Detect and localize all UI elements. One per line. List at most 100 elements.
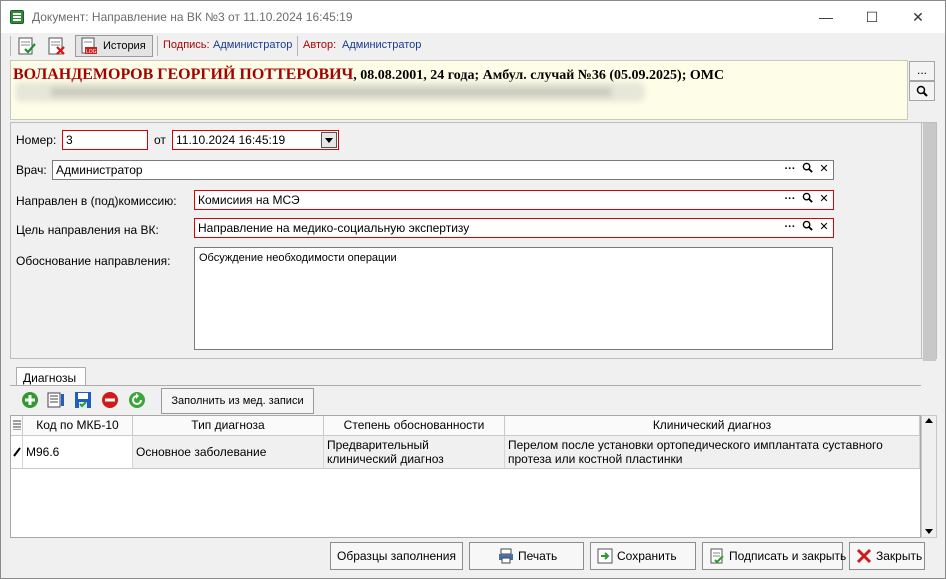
table-cell[interactable]: Предварительный клинический диагноз [324, 436, 505, 469]
history-button[interactable]: LOG История [75, 35, 153, 57]
search-icon[interactable] [799, 192, 815, 208]
chevron-down-icon[interactable] [321, 132, 337, 148]
commission-value: Комисиия на МСЭ [198, 193, 300, 207]
column-header[interactable]: Степень обоснованности [324, 416, 505, 436]
table-cell[interactable]: Перелом после установки ортопедического … [505, 436, 920, 469]
samples-button[interactable]: Образцы заполнения [330, 542, 463, 570]
tab-strip: Диагнозы [10, 359, 921, 387]
history-log-icon: LOG [81, 37, 97, 55]
column-header[interactable]: Тип диагноза [133, 416, 324, 436]
close-label: Закрыть [876, 549, 923, 563]
more-icon[interactable]: ··· [782, 192, 798, 208]
samples-label: Образцы заполнения [337, 549, 456, 563]
close-icon [856, 548, 872, 563]
close-icon[interactable]: ✕ [816, 220, 832, 236]
patient-search-button[interactable] [909, 81, 935, 101]
bottom-bar: Образцы заполнения Печать Сохранить Подп… [1, 538, 945, 578]
toolbar: LOG История Подпись: Администратор Автор… [1, 33, 945, 59]
patient-info: , 08.08.2001, 24 года; Амбул. случай №36… [353, 68, 725, 83]
date-field[interactable]: 11.10.2024 16:45:19 [172, 130, 339, 150]
fill-from-record-button[interactable]: Заполнить из мед. записи [161, 388, 314, 414]
form-scrollbar[interactable] [921, 122, 937, 361]
more-icon[interactable]: ··· [782, 220, 798, 236]
maximize-button[interactable]: ☐ [849, 1, 895, 33]
edit-list-icon[interactable] [47, 391, 65, 409]
row-edit-indicator [11, 436, 23, 469]
doc-cancel-icon [48, 37, 65, 55]
document-window: Документ: Направление на ВК №3 от 11.10.… [0, 0, 946, 579]
patient-more-button[interactable]: ... [909, 61, 935, 81]
diagnoses-table: Код по МКБ-10 Тип диагноза Степень обосн… [10, 415, 921, 538]
sign-value: Администратор [213, 39, 293, 51]
scrollbar-thumb[interactable] [923, 123, 936, 361]
sign-document-button[interactable] [15, 35, 41, 57]
search-icon [916, 85, 928, 97]
print-label: Печать [518, 549, 558, 563]
sign-doc-icon [710, 548, 724, 564]
table-cell[interactable]: Основное заболевание [133, 436, 324, 469]
unsign-document-button[interactable] [45, 35, 71, 57]
title-bar: Документ: Направление на ВК №3 от 11.10.… [1, 1, 945, 33]
close-window-button[interactable]: ✕ [895, 1, 941, 33]
column-header[interactable]: Код по МКБ-10 [23, 416, 133, 436]
purpose-field[interactable]: Направление на медико-социальную эксперт… [194, 218, 834, 238]
commission-label: Направлен в (под)комиссию: [16, 194, 177, 208]
save-button[interactable]: Сохранить [590, 542, 696, 570]
commission-field[interactable]: Комисиия на МСЭ ··· ✕ [194, 190, 834, 210]
search-icon[interactable] [799, 220, 815, 236]
save-icon [597, 548, 613, 564]
toolbar-separator [297, 36, 298, 56]
search-icon[interactable] [799, 162, 815, 178]
author-value: Администратор [342, 39, 422, 51]
blurred-details [51, 88, 611, 96]
toolbar-separator [157, 36, 158, 56]
reason-textarea[interactable]: Обсуждение необходимости операции [194, 247, 833, 350]
doc-check-icon [18, 37, 36, 55]
scroll-up-icon[interactable] [925, 418, 933, 423]
patient-name: ВОЛАНДЕМОРОВ ГЕОРГИЙ ПОТТЕРОВИЧ [13, 66, 354, 83]
doctor-field-actions: ··· ✕ [781, 162, 832, 178]
delete-icon[interactable] [101, 391, 119, 409]
close-icon[interactable]: ✕ [816, 192, 832, 208]
number-field[interactable]: 3 [62, 130, 148, 150]
app-icon [10, 10, 24, 24]
minimize-button[interactable]: — [803, 1, 849, 33]
add-icon[interactable] [21, 391, 39, 409]
column-chooser-icon[interactable] [11, 416, 23, 436]
commission-field-actions: ··· ✕ [781, 192, 832, 208]
date-value: 11.10.2024 16:45:19 [176, 133, 286, 147]
table-scrollbar[interactable] [921, 415, 937, 538]
diagnoses-toolbar: Заполнить из мед. записи [10, 386, 921, 415]
author-label: Автор: [303, 39, 337, 51]
purpose-field-actions: ··· ✕ [781, 220, 832, 236]
date-label: от [154, 133, 166, 147]
close-icon[interactable]: ✕ [816, 162, 832, 178]
tab-diagnoses[interactable]: Диагнозы [16, 367, 86, 387]
reason-label: Обоснование направления: [16, 254, 171, 268]
window-title: Документ: Направление на ВК №3 от 11.10.… [32, 10, 353, 24]
sign-and-close-label: Подписать и закрыть [729, 549, 847, 563]
save-icon[interactable] [74, 391, 92, 409]
purpose-value: Направление на медико-социальную эксперт… [198, 221, 470, 235]
doctor-field[interactable]: Администратор ··· ✕ [52, 160, 834, 180]
patient-header: ВОЛАНДЕМОРОВ ГЕОРГИЙ ПОТТЕРОВИЧ, 08.08.2… [10, 60, 908, 120]
print-button[interactable]: Печать [469, 542, 584, 570]
printer-icon [499, 548, 513, 564]
history-label: История [103, 40, 146, 52]
table-cell[interactable]: M96.6 [23, 436, 133, 469]
close-button[interactable]: Закрыть [849, 542, 925, 570]
sign-and-close-button[interactable]: Подписать и закрыть [702, 542, 847, 570]
svg-text:LOG: LOG [86, 49, 97, 55]
number-label: Номер: [16, 133, 57, 147]
sign-label: Подпись: [163, 39, 210, 51]
doctor-label: Врач: [16, 163, 47, 177]
purpose-label: Цель направления на ВК: [16, 223, 159, 237]
doctor-value: Администратор [56, 163, 143, 177]
pencil-icon [13, 447, 21, 457]
more-icon[interactable]: ··· [782, 162, 798, 178]
save-label: Сохранить [617, 549, 677, 563]
toolbar-grip [10, 36, 11, 56]
refresh-icon[interactable] [128, 391, 146, 409]
scroll-down-icon[interactable] [925, 529, 933, 534]
column-header[interactable]: Клинический диагноз [505, 416, 920, 436]
